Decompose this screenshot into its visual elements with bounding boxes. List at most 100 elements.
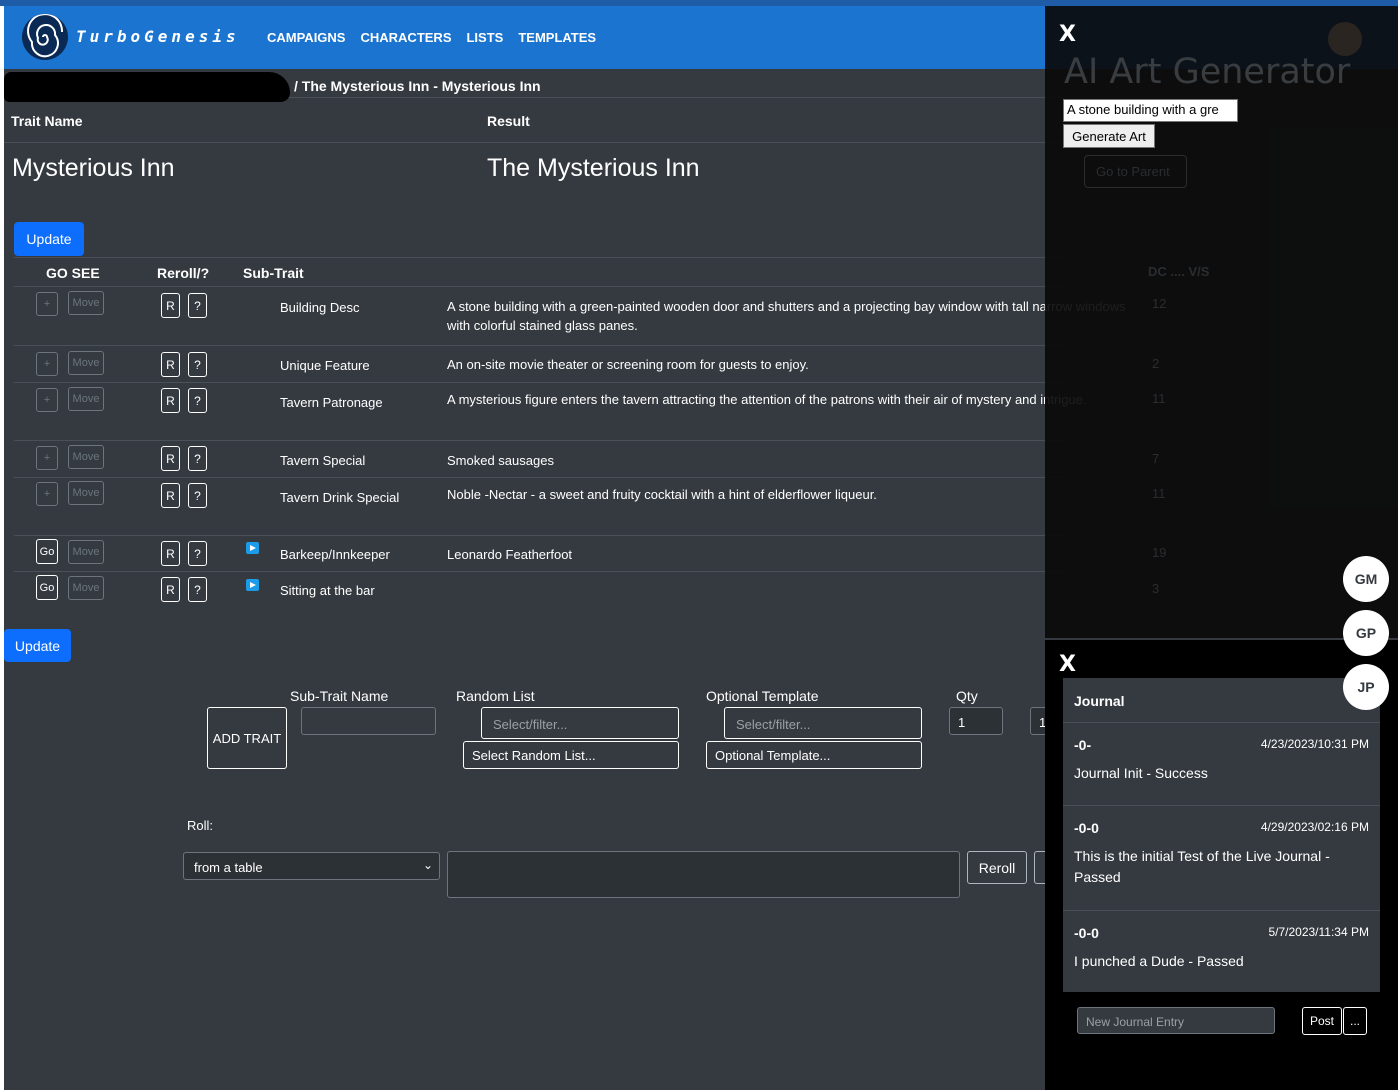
subtrait-table-header: GO SEE Reroll/? Sub-Trait [14,257,1064,287]
sub-trait-name-input[interactable] [301,707,436,735]
subtrait-name: Sitting at the bar [280,583,375,598]
turbogenesis-logo-icon[interactable] [22,14,68,60]
ai-art-prompt-input[interactable]: A stone building with a gre [1063,99,1238,122]
avatar-gm[interactable]: GM [1343,556,1389,602]
help-button[interactable]: ? [188,352,207,377]
update-button-bottom[interactable]: Update [4,629,71,662]
dc-value: 2 [1152,356,1160,371]
subtrait-result: Smoked sausages [447,453,554,468]
add-button[interactable]: + [36,482,58,506]
update-button-top[interactable]: Update [14,222,84,256]
avatar-gp[interactable]: GP [1343,610,1389,656]
new-journal-entry-input[interactable]: New Journal Entry [1077,1007,1275,1034]
add-button[interactable]: + [36,388,58,412]
journal-entry-author: -0- [1074,737,1092,753]
table-row: Go Move R ? Sitting at the bar [14,572,1064,608]
reroll-r-button[interactable]: R [161,483,180,508]
chevron-down-icon: ⌄ [422,858,433,872]
sub-trait-name-label: Sub-Trait Name [290,688,389,704]
go-button[interactable]: Go [36,539,58,564]
add-button[interactable]: + [36,292,58,316]
result-header: Result [487,113,530,129]
help-button[interactable]: ? [188,577,207,602]
subtrait-result: A stone building with a green-painted wo… [447,299,1126,333]
help-button[interactable]: ? [188,483,207,508]
subtrait-name: Barkeep/Innkeeper [280,547,390,562]
roll-select-value: from a table [194,860,263,875]
reroll-r-button[interactable]: R [161,388,180,413]
post-journal-button[interactable]: Post [1302,1007,1342,1035]
new-journal-entry-placeholder: New Journal Entry [1086,1015,1185,1029]
subtrait-name: Tavern Special [280,453,366,468]
move-button[interactable]: Move [68,540,104,564]
avatar-jp[interactable]: JP [1343,664,1389,710]
subtrait-result: Leonardo Featherfoot [447,547,573,562]
journal-entry: -0-0 4/29/2023/02:16 PM This is the init… [1063,805,1380,910]
go-to-parent-button[interactable]: Go to Parent [1084,155,1187,188]
subtrait-result: A mysterious figure enters the tavern at… [447,392,1087,407]
journal-card: Journal -0- 4/23/2023/10:31 PM Journal I… [1063,678,1380,992]
subtrait-name: Unique Feature [280,358,370,373]
table-row: + Move R ? Building Desc A stone buildin… [14,288,1126,346]
roll-select[interactable]: from a table ⌄ [183,852,440,880]
nav-templates[interactable]: TEMPLATES [518,30,596,45]
dc-value: 11 [1152,391,1166,406]
move-button[interactable]: Move [68,351,104,375]
add-button[interactable]: + [36,446,58,470]
move-button[interactable]: Move [68,445,104,469]
brand-name[interactable]: TurboGenesis [76,27,240,46]
reroll-r-button[interactable]: R [161,446,180,471]
help-button[interactable]: ? [188,388,207,413]
subtrait-name: Tavern Drink Special [280,490,400,505]
reroll-r-button[interactable]: R [161,352,180,377]
journal-entry-author: -0-0 [1074,925,1099,941]
move-button[interactable]: Move [68,291,104,315]
trait-header-row: Trait Name Result [4,99,1064,143]
random-list-filter-placeholder: Select/filter... [493,717,568,732]
ai-art-title: AI Art Generator [1064,52,1351,92]
journal-close-icon[interactable]: X [1059,652,1076,677]
roll-textarea[interactable] [447,851,960,898]
journal-entry: -0- 4/23/2023/10:31 PM Journal Init - Su… [1063,722,1380,805]
add-trait-button[interactable]: ADD TRAIT [207,707,287,769]
help-button[interactable]: ? [188,293,207,318]
optional-template-label: Optional Template [706,688,819,704]
go-button[interactable]: Go [36,575,58,600]
table-row: + Move R ? Tavern Patronage A mysterious… [14,383,1087,441]
generate-art-button[interactable]: Generate Art [1063,124,1155,148]
ai-art-close-icon[interactable]: X [1059,22,1076,47]
qty-input[interactable]: 1 [949,707,1003,735]
table-row: + Move R ? Tavern Special Smoked sausage… [14,441,1064,478]
nav-characters[interactable]: CHARACTERS [360,30,451,45]
journal-more-button[interactable]: ... [1343,1007,1367,1035]
nav-campaigns[interactable]: CAMPAIGNS [267,30,345,45]
trait-name-header: Trait Name [11,113,83,129]
help-button[interactable]: ? [188,541,207,566]
reroll-r-button[interactable]: R [161,293,180,318]
nav-lists[interactable]: LISTS [466,30,503,45]
journal-entry-time: 4/29/2023/02:16 PM [1260,820,1369,834]
reroll-r-button[interactable]: R [161,541,180,566]
move-button[interactable]: Move [68,576,104,600]
move-button[interactable]: Move [68,387,104,411]
roll-label: Roll: [187,818,214,833]
optional-template-filter-placeholder: Select/filter... [736,717,811,732]
play-icon[interactable] [246,579,259,591]
help-button[interactable]: ? [188,446,207,471]
random-list-label: Random List [456,688,535,704]
reroll-r-button[interactable]: R [161,577,180,602]
select-random-list[interactable]: Select Random List... [463,741,679,769]
add-button[interactable]: + [36,352,58,376]
subtrait-result: An on-site movie theater or screening ro… [447,357,809,372]
random-list-filter-input[interactable]: Select/filter... [481,707,679,739]
user-avatar[interactable] [1328,22,1362,56]
journal-entry: -0-0 5/7/2023/11:34 PM I punched a Dude … [1063,910,1380,992]
dc-vs-header: DC .... V/S [1148,264,1210,279]
move-button[interactable]: Move [68,481,104,505]
play-icon[interactable] [246,542,259,554]
qty-value: 1 [958,715,966,730]
reroll-button[interactable]: Reroll [967,851,1027,884]
select-optional-template[interactable]: Optional Template... [706,741,922,769]
subtrait-name: Tavern Patronage [280,395,383,410]
optional-template-filter-input[interactable]: Select/filter... [724,707,922,739]
